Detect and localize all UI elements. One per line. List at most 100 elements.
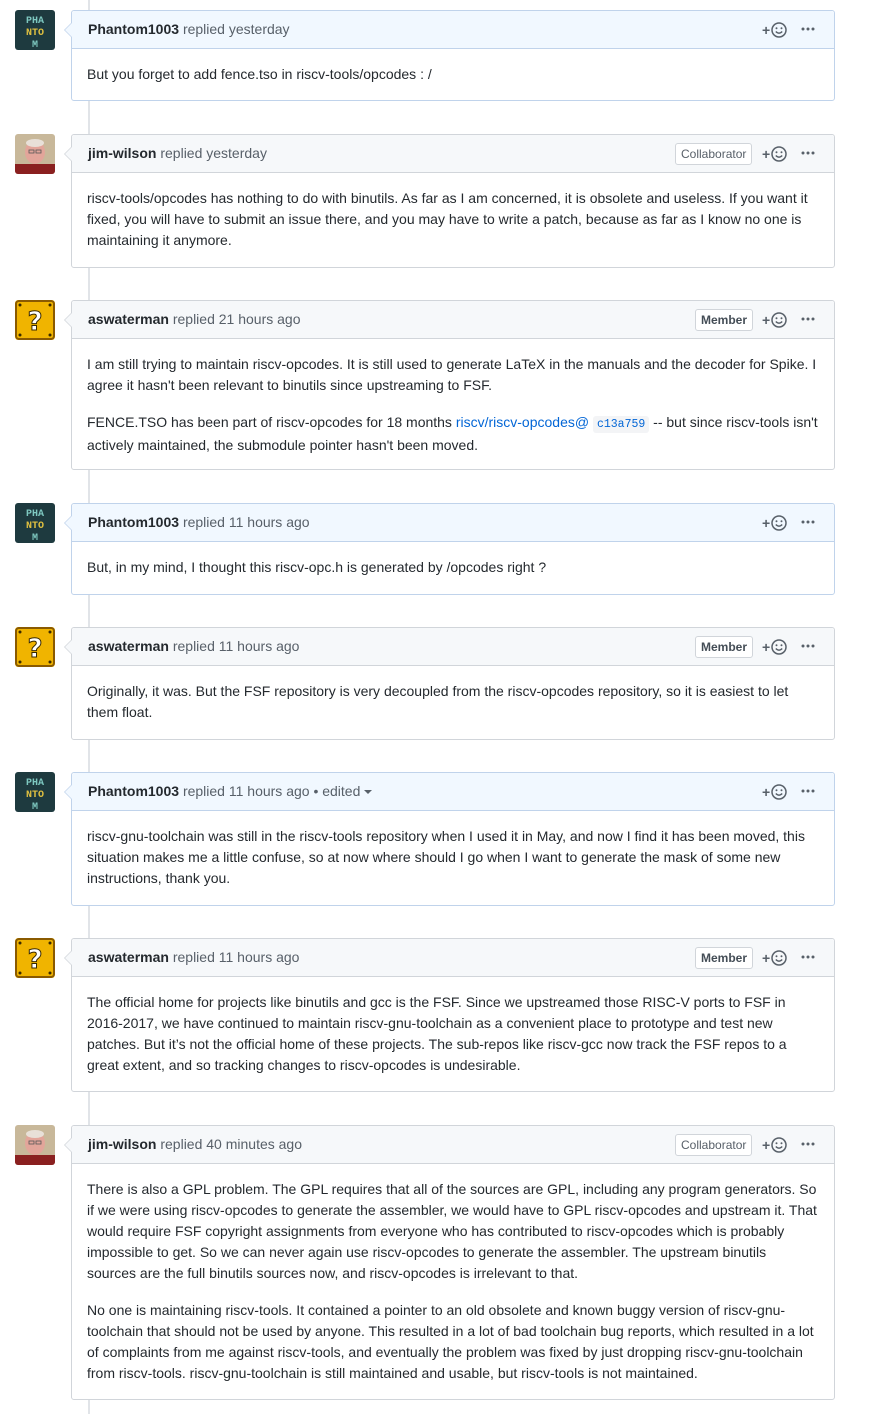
author-link[interactable]: jim-wilson	[88, 1136, 156, 1152]
comment-header: jim-wilson replied yesterday Collaborato…	[72, 135, 834, 173]
kebab-horizontal-icon[interactable]	[800, 20, 816, 40]
question-block-avatar[interactable]: ?	[15, 938, 55, 978]
svg-text:M: M	[32, 802, 38, 812]
comment-box: aswaterman replied 11 hours ago Member +…	[64, 627, 835, 740]
comment-box: Phantom1003 replied 11 hours ago + But, …	[64, 503, 835, 595]
author-link[interactable]: aswaterman	[88, 311, 169, 327]
photo-avatar[interactable]	[15, 134, 55, 174]
smiley-icon	[771, 22, 787, 38]
comment-body: There is also a GPL problem. The GPL req…	[72, 1164, 834, 1398]
pixel-avatar[interactable]: PHA NTO M	[15, 772, 55, 812]
smiley-icon	[771, 146, 787, 162]
add-reaction-button[interactable]: +	[762, 1135, 787, 1155]
svg-text:PHA: PHA	[26, 509, 44, 520]
member-badge: Member	[695, 309, 754, 331]
add-reaction-button[interactable]: +	[762, 20, 787, 40]
comment-header: Phantom1003 replied yesterday +	[72, 11, 834, 49]
comment-box: jim-wilson replied 40 minutes ago Collab…	[64, 1125, 835, 1400]
comment-meta[interactable]: replied 11 hours ago	[183, 514, 310, 530]
comment-meta[interactable]: replied 40 minutes ago	[160, 1136, 302, 1152]
comment-paragraph: Originally, it was. But the FSF reposito…	[87, 683, 789, 720]
edited-dropdown[interactable]: • edited	[313, 783, 373, 799]
smiley-icon	[771, 784, 787, 800]
comment-meta[interactable]: replied 11 hours ago	[173, 638, 300, 654]
svg-text:?: ?	[27, 945, 42, 975]
comment-header: aswaterman replied 21 hours ago Member +	[72, 301, 834, 339]
comment-paragraph: But you forget to add fence.tso in riscv…	[87, 66, 432, 82]
kebab-horizontal-icon[interactable]	[800, 637, 816, 657]
author-link[interactable]: aswaterman	[88, 949, 169, 965]
comment-paragraph: riscv-gnu-toolchain was still in the ris…	[87, 828, 805, 886]
comment-header: jim-wilson replied 40 minutes ago Collab…	[72, 1126, 834, 1164]
comment-body: The official home for projects like binu…	[72, 977, 834, 1090]
pixel-avatar[interactable]: PHA NTO M	[15, 10, 55, 50]
comment-body: But, in my mind, I thought this riscv-op…	[72, 542, 834, 592]
member-badge: Member	[695, 636, 754, 658]
author-link[interactable]: Phantom1003	[88, 514, 179, 530]
comment-paragraph: The official home for projects like binu…	[87, 994, 787, 1073]
pixel-avatar[interactable]: PHA NTO M	[15, 503, 55, 543]
member-badge: Member	[695, 947, 754, 969]
photo-avatar[interactable]	[15, 1125, 55, 1165]
svg-text:PHA: PHA	[26, 16, 44, 27]
svg-text:?: ?	[27, 634, 42, 664]
add-reaction-button[interactable]: +	[762, 948, 787, 968]
smiley-icon	[771, 312, 787, 328]
comment-meta[interactable]: replied 11 hours ago	[183, 783, 310, 799]
comment-body: But you forget to add fence.tso in riscv…	[72, 49, 834, 99]
comment-box: Phantom1003 replied 11 hours ago • edite…	[64, 772, 835, 906]
add-reaction-button[interactable]: +	[762, 782, 787, 802]
comment-box: aswaterman replied 21 hours ago Member +…	[64, 300, 835, 470]
svg-text:M: M	[32, 533, 38, 543]
add-reaction-button[interactable]: +	[762, 637, 787, 657]
comment-meta[interactable]: replied yesterday	[160, 145, 267, 161]
svg-text:NTO: NTO	[26, 790, 44, 801]
kebab-horizontal-icon[interactable]	[800, 782, 816, 802]
comment-body: I am still trying to maintain riscv-opco…	[72, 339, 834, 470]
kebab-horizontal-icon[interactable]	[800, 310, 816, 330]
question-block-avatar[interactable]: ?	[15, 300, 55, 340]
comment-paragraph: But, in my mind, I thought this riscv-op…	[87, 559, 547, 575]
svg-text:M: M	[32, 40, 38, 50]
comment-header: aswaterman replied 11 hours ago Member +	[72, 939, 834, 977]
smiley-icon	[771, 515, 787, 531]
question-block-avatar[interactable]: ?	[15, 627, 55, 667]
comment-box: jim-wilson replied yesterday Collaborato…	[64, 134, 835, 268]
add-reaction-button[interactable]: +	[762, 513, 787, 533]
kebab-horizontal-icon[interactable]	[800, 144, 816, 164]
caret-down-icon	[364, 790, 373, 795]
commit-sha[interactable]: c13a759	[592, 416, 650, 433]
comment-header: Phantom1003 replied 11 hours ago • edite…	[72, 773, 834, 811]
comment-box: Phantom1003 replied yesterday + But you …	[64, 10, 835, 101]
comment-header: Phantom1003 replied 11 hours ago +	[72, 504, 834, 542]
commit-link[interactable]: riscv/riscv-opcodes@ c13a759	[456, 414, 650, 433]
collaborator-badge: Collaborator	[675, 143, 753, 165]
svg-text:NTO: NTO	[26, 28, 44, 39]
add-reaction-button[interactable]: +	[762, 144, 787, 164]
comment-meta[interactable]: replied yesterday	[183, 21, 290, 37]
comment-body: riscv-gnu-toolchain was still in the ris…	[72, 811, 834, 903]
comment-paragraph: FENCE.TSO has been part of riscv-opcodes…	[87, 414, 818, 453]
author-link[interactable]: aswaterman	[88, 638, 169, 654]
kebab-horizontal-icon[interactable]	[800, 1135, 816, 1155]
comment-meta[interactable]: replied 11 hours ago	[173, 949, 300, 965]
comment-paragraph: riscv-tools/opcodes has nothing to do wi…	[87, 190, 808, 248]
comment-body: Originally, it was. But the FSF reposito…	[72, 666, 834, 737]
smiley-icon	[771, 950, 787, 966]
svg-text:?: ?	[27, 307, 42, 337]
author-link[interactable]: jim-wilson	[88, 145, 156, 161]
kebab-horizontal-icon[interactable]	[800, 948, 816, 968]
author-link[interactable]: Phantom1003	[88, 21, 179, 37]
comment-box: aswaterman replied 11 hours ago Member +…	[64, 938, 835, 1092]
collaborator-badge: Collaborator	[675, 1134, 753, 1156]
kebab-horizontal-icon[interactable]	[800, 513, 816, 533]
comment-body: riscv-tools/opcodes has nothing to do wi…	[72, 173, 834, 265]
author-link[interactable]: Phantom1003	[88, 783, 179, 799]
add-reaction-button[interactable]: +	[762, 310, 787, 330]
smiley-icon	[771, 639, 787, 655]
comment-header: aswaterman replied 11 hours ago Member +	[72, 628, 834, 666]
svg-text:NTO: NTO	[26, 521, 44, 532]
comment-meta[interactable]: replied 21 hours ago	[173, 311, 301, 327]
svg-text:PHA: PHA	[26, 778, 44, 789]
comment-paragraph: There is also a GPL problem. The GPL req…	[87, 1181, 817, 1281]
